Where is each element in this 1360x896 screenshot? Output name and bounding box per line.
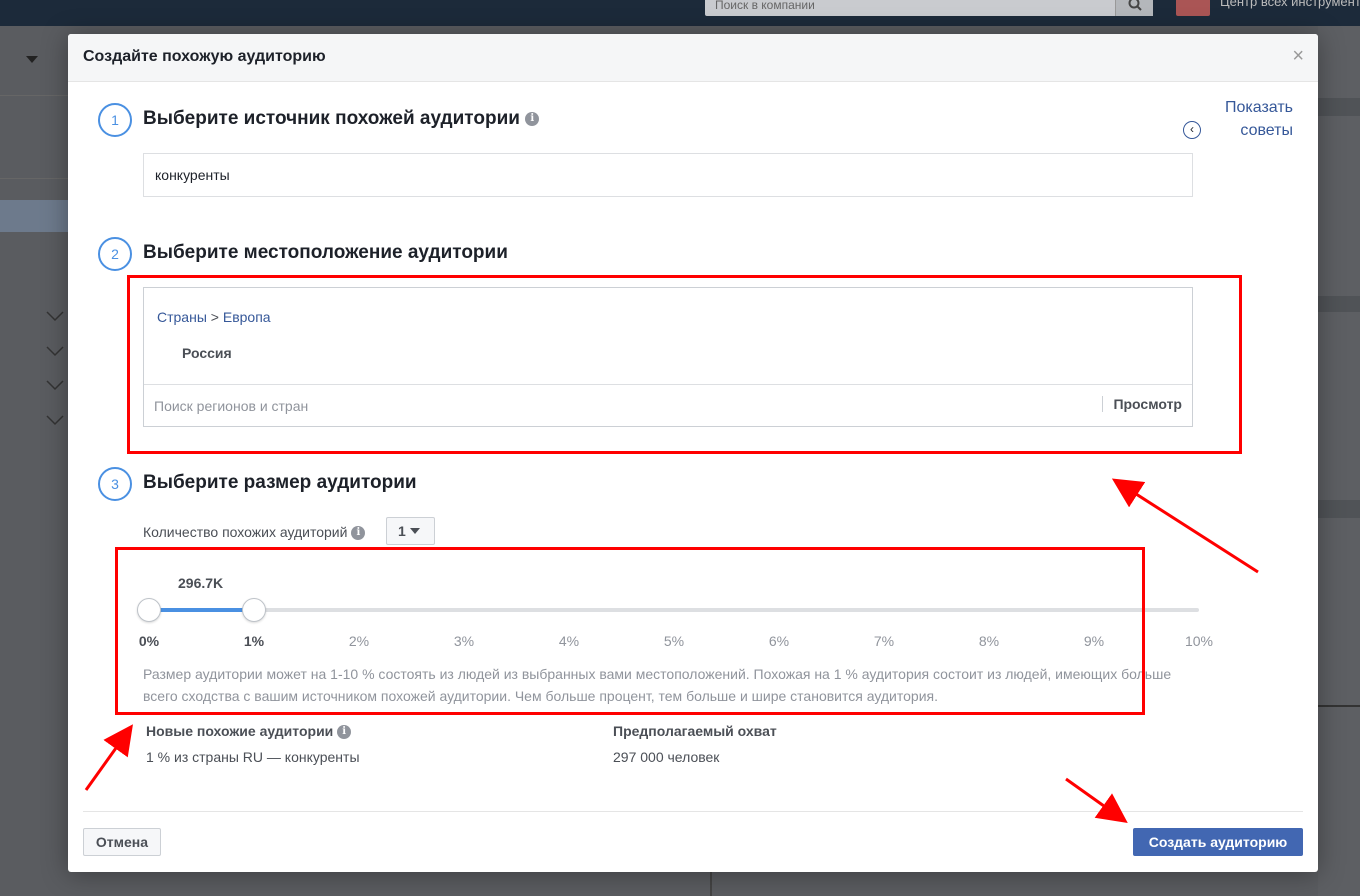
- audience-size-slider-fill: [149, 608, 254, 612]
- estimated-reach-value: 297 000 человек: [613, 749, 720, 765]
- audience-count-value: 1: [398, 523, 406, 539]
- background-header-link: Центр всех инструментов: [1220, 0, 1360, 9]
- info-icon[interactable]: i: [351, 526, 366, 541]
- location-search-input[interactable]: Поиск регионов и стран: [154, 398, 308, 414]
- cancel-button[interactable]: Отмена: [83, 828, 161, 856]
- audience-size-description: Размер аудитории может на 1-10 % состоят…: [143, 666, 1172, 704]
- info-icon[interactable]: i: [525, 111, 540, 126]
- background-search-input: Поиск в компании: [705, 0, 1153, 16]
- breadcrumb-region-link[interactable]: Европа: [223, 309, 271, 325]
- background-divider: [1318, 296, 1360, 312]
- background-divider: [1318, 705, 1360, 707]
- chevron-left-icon: ‹: [1183, 121, 1201, 139]
- lookalike-source-input[interactable]: конкуренты: [143, 153, 1193, 197]
- slider-tick-label: 0%: [138, 633, 160, 649]
- step-1-title: Выберите источник похожей аудитории i: [143, 108, 540, 130]
- slider-tick-label: 9%: [1083, 633, 1105, 649]
- slider-tick-label: 10%: [1184, 633, 1214, 649]
- slider-tick-label: 5%: [663, 633, 685, 649]
- caret-down-icon: [409, 528, 420, 534]
- background-right-panel: [1318, 26, 1360, 896]
- browse-button[interactable]: Просмотр: [1102, 396, 1182, 412]
- slider-tick-label: 1%: [243, 633, 265, 649]
- breadcrumb-separator: >: [206, 309, 223, 325]
- location-selector: Страны > Европа Россия Поиск регионов и …: [143, 287, 1193, 427]
- background-divider: [1318, 98, 1360, 116]
- audience-size-slider-track[interactable]: [149, 608, 1199, 612]
- audience-count-select[interactable]: 1: [386, 517, 435, 545]
- step-2-badge: 2: [98, 237, 132, 271]
- slider-tick-label: 7%: [873, 633, 895, 649]
- background-divider: [1318, 500, 1360, 518]
- slider-tick-label: 3%: [453, 633, 475, 649]
- background-divider: [710, 872, 712, 896]
- dialog-header: Создайте похожую аудиторию ×: [68, 34, 1318, 82]
- background-left-panel: [0, 26, 68, 896]
- slider-tick-label: 2%: [348, 633, 370, 649]
- background-avatar: [1176, 0, 1210, 16]
- slider-tick-label: 8%: [978, 633, 1000, 649]
- background-divider: [0, 178, 68, 179]
- step-1-badge: 1: [98, 103, 132, 137]
- new-audiences-label: Новые похожие аудитории: [146, 723, 334, 739]
- step-3-badge: 3: [98, 467, 132, 501]
- breadcrumb-countries-link[interactable]: Страны: [157, 309, 207, 325]
- step-1-title-text: Выберите источник похожей аудитории: [143, 108, 520, 129]
- background-caret-down-icon: [26, 56, 38, 63]
- new-audiences-value: 1 % из страны RU — конкуренты: [146, 749, 360, 765]
- slider-start-handle[interactable]: [137, 598, 161, 622]
- audience-count-label-text: Количество похожих аудиторий: [143, 524, 348, 540]
- slider-reach-value: 296.7K: [178, 575, 224, 591]
- footer-divider: [83, 811, 1303, 812]
- slider-tick-label: 6%: [768, 633, 790, 649]
- show-tips-label: Показать советы: [1224, 99, 1293, 139]
- close-icon[interactable]: ×: [1292, 46, 1304, 66]
- background-selected-row: [0, 200, 68, 232]
- new-audiences-heading: Новые похожие аудитории i: [146, 723, 352, 740]
- slider-tick-label: 4%: [558, 633, 580, 649]
- location-breadcrumb: Страны > Европа: [157, 309, 271, 325]
- location-search-row: Поиск регионов и стран Просмотр: [144, 384, 1192, 426]
- step-2-title: Выберите местоположение аудитории: [143, 242, 508, 263]
- create-lookalike-dialog: Создайте похожую аудиторию × Показать со…: [68, 34, 1318, 872]
- step-3-title: Выберите размер аудитории: [143, 472, 417, 493]
- selected-country-tag[interactable]: Россия: [182, 345, 232, 361]
- background-divider: [0, 95, 68, 96]
- info-icon[interactable]: i: [337, 725, 352, 740]
- background-search-icon: [1115, 0, 1153, 16]
- show-tips-link[interactable]: Показать советы: [1183, 96, 1293, 142]
- dialog-title: Создайте похожую аудиторию: [83, 48, 326, 65]
- background-search-placeholder: Поиск в компании: [715, 0, 815, 12]
- background-top-bar: [0, 0, 1360, 26]
- audience-count-label: Количество похожих аудиторий i: [143, 524, 366, 541]
- slider-end-handle[interactable]: [242, 598, 266, 622]
- estimated-reach-label: Предполагаемый охват: [613, 723, 777, 739]
- create-audience-button[interactable]: Создать аудиторию: [1133, 828, 1303, 856]
